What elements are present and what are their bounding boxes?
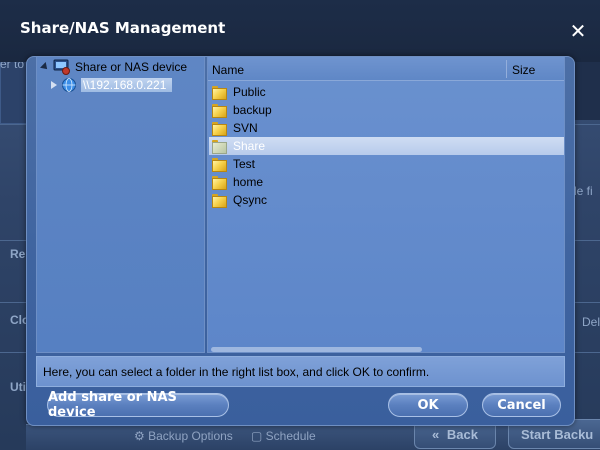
column-header-size[interactable]: Size	[512, 63, 535, 77]
backup-options-link: ⚙ Backup Options	[134, 429, 233, 443]
tree-root-label: Share or NAS device	[75, 60, 188, 74]
dialog-title-bar: Share/NAS Management ✕	[0, 0, 600, 62]
folder-name: SVN	[233, 121, 258, 135]
folder-name: home	[233, 175, 264, 189]
column-separator[interactable]	[506, 60, 507, 78]
folder-icon	[212, 121, 227, 136]
schedule-link: ▢ Schedule	[251, 429, 316, 443]
add-share-button[interactable]: Add share or NAS device	[47, 390, 229, 420]
list-item[interactable]: Share	[209, 137, 564, 155]
share-nas-dialog: Share or NAS device \\192.168.0.221 Name…	[26, 56, 575, 426]
tree-device-label: \\192.168.0.221	[81, 78, 173, 92]
dialog-title: Share/NAS Management	[20, 19, 226, 37]
list-item[interactable]: backup	[209, 101, 564, 119]
folder-icon	[212, 103, 227, 118]
background-text: Del	[582, 315, 600, 329]
collapse-icon[interactable]	[40, 62, 50, 72]
ok-button[interactable]: OK	[388, 393, 468, 417]
list-item[interactable]: Test	[209, 155, 564, 173]
folder-name: Qsync	[233, 193, 268, 207]
network-device-icon	[53, 59, 70, 75]
tree-device-node[interactable]: \\192.168.0.221	[51, 76, 173, 94]
list-item[interactable]: SVN	[209, 119, 564, 137]
hint-text: Here, you can select a folder in the rig…	[36, 356, 565, 387]
folder-icon	[212, 85, 227, 100]
folder-icon	[212, 193, 227, 208]
list-item[interactable]: Public	[209, 83, 564, 101]
list-header: Name Size	[208, 57, 564, 81]
expand-icon[interactable]	[51, 81, 57, 89]
tree-root-node[interactable]: Share or NAS device	[40, 58, 188, 76]
folder-icon	[212, 157, 227, 172]
list-item[interactable]: Qsync	[209, 191, 564, 209]
folder-icon	[212, 139, 227, 154]
folder-name: Share	[233, 139, 266, 153]
close-icon[interactable]: ✕	[566, 20, 590, 44]
background-text: Uti	[10, 380, 26, 394]
list-item[interactable]: home	[209, 173, 564, 191]
device-tree: Share or NAS device \\192.168.0.221	[36, 57, 205, 353]
folder-list: Name Size Public backup SVN Share Test h…	[207, 57, 565, 353]
cancel-button[interactable]: Cancel	[482, 393, 561, 417]
horizontal-scrollbar[interactable]	[211, 347, 422, 352]
folder-name: Test	[233, 157, 256, 171]
column-header-name[interactable]: Name	[212, 63, 244, 77]
folder-icon	[212, 175, 227, 190]
background-text: Re	[10, 247, 26, 261]
globe-icon	[62, 78, 76, 92]
folder-name: Public	[233, 85, 266, 99]
folder-name: backup	[233, 103, 272, 117]
